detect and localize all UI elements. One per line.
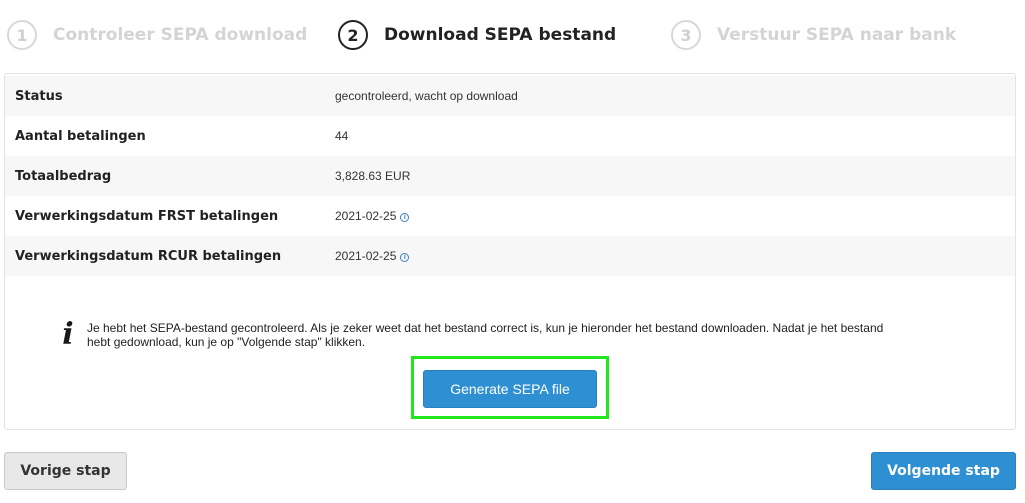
detail-value: 3,828.63 EUR xyxy=(335,169,411,183)
detail-value-wrap: 2021-02-25 i xyxy=(335,249,410,263)
step-label-2: Download SEPA bestand xyxy=(384,25,617,45)
detail-row-frst-date: Verwerkingsdatum FRST betalingen 2021-02… xyxy=(5,196,1015,236)
notice-line-2: hebt gedownload, kun je op "Volgende sta… xyxy=(87,335,366,349)
detail-value: gecontroleerd, wacht op download xyxy=(335,89,518,103)
detail-row-rcur-date: Verwerkingsdatum RCUR betalingen 2021-02… xyxy=(5,236,1015,276)
info-icon: i xyxy=(62,317,74,352)
detail-label: Status xyxy=(15,88,63,104)
generate-sepa-file-button[interactable]: Generate SEPA file xyxy=(423,370,597,408)
info-icon[interactable]: i xyxy=(400,213,410,222)
step-label-3: Verstuur SEPA naar bank xyxy=(717,25,957,45)
notice-text: Je hebt het SEPA-bestand gecontroleerd. … xyxy=(87,320,883,349)
step-number-3: 3 xyxy=(671,20,701,50)
detail-label: Verwerkingsdatum FRST betalingen xyxy=(15,208,279,224)
stepper: 1 Controleer SEPA download 2 Download SE… xyxy=(0,0,1025,70)
detail-label: Totaalbedrag xyxy=(15,168,112,184)
detail-label: Verwerkingsdatum RCUR betalingen xyxy=(15,248,282,264)
detail-value-wrap: 2021-02-25 i xyxy=(335,209,410,223)
step-3: 3 Verstuur SEPA naar bank xyxy=(671,18,956,52)
detail-row-status: Status gecontroleerd, wacht op download xyxy=(5,76,1015,116)
step-1: 1 Controleer SEPA download xyxy=(7,18,307,52)
next-step-button[interactable]: Volgende stap xyxy=(871,452,1016,490)
detail-row-count: Aantal betalingen 44 xyxy=(5,116,1015,156)
download-notice: i Je hebt het SEPA-bestand gecontroleerd… xyxy=(49,320,979,350)
step-label-1: Controleer SEPA download xyxy=(53,25,308,45)
notice-line-1: Je hebt het SEPA-bestand gecontroleerd. … xyxy=(87,321,884,335)
sepa-details-panel: Status gecontroleerd, wacht op download … xyxy=(4,73,1016,430)
info-icon[interactable]: i xyxy=(400,253,410,262)
detail-row-total: Totaalbedrag 3,828.63 EUR xyxy=(5,156,1015,196)
previous-step-button[interactable]: Vorige stap xyxy=(4,452,127,490)
detail-label: Aantal betalingen xyxy=(15,128,146,144)
step-number-1: 1 xyxy=(7,20,37,50)
step-number-2: 2 xyxy=(338,20,368,50)
detail-value: 44 xyxy=(335,129,349,143)
step-2: 2 Download SEPA bestand xyxy=(338,18,616,52)
detail-value: 2021-02-25 xyxy=(335,249,397,263)
detail-value: 2021-02-25 xyxy=(335,209,397,223)
